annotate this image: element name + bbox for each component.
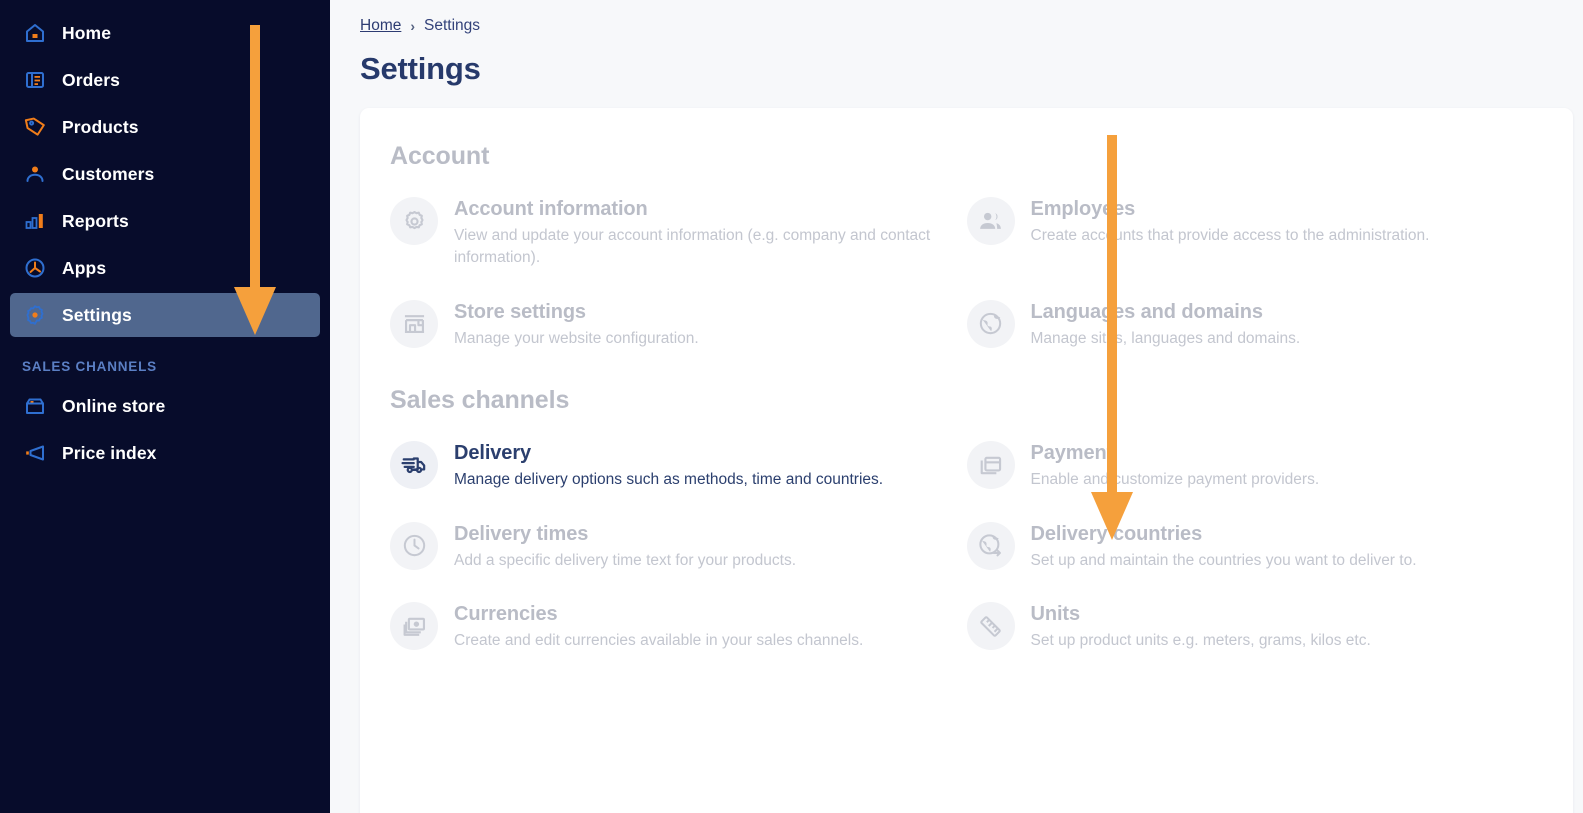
sidebar-item-label: Price index [62,442,157,463]
settings-card: Account Account information View and upd… [360,108,1573,813]
sidebar-item-online-store[interactable]: Online store [10,384,320,428]
settings-item-title: Delivery [454,442,532,465]
settings-grid-account: Account information View and update your… [390,189,1543,372]
breadcrumb-home-link[interactable]: Home [360,17,401,35]
sidebar-item-label: Customers [62,163,155,184]
customers-icon [22,161,48,187]
sidebar-item-label: Reports [62,210,129,231]
chevron-right-icon: › [410,18,416,34]
truck-icon [390,441,438,490]
sidebar-item-price-index[interactable]: Price index [10,431,320,475]
settings-item-account-information[interactable]: Account information View and update your… [390,189,967,292]
clock-icon [390,521,438,570]
sidebar-item-label: Online store [62,395,166,416]
settings-item-description: Add a specific delivery time text for yo… [454,551,797,569]
settings-item-units[interactable]: Units Set up product units e.g. meters, … [966,594,1544,674]
settings-item-description: Enable and customize payment providers. [1030,471,1320,489]
settings-item-description: Manage your website configuration. [454,329,699,347]
settings-item-currencies[interactable]: Currencies Create and edit currencies av… [390,594,967,674]
sidebar-item-customers[interactable]: Customers [10,152,320,196]
settings-item-description: Manage delivery options such as methods,… [454,471,884,489]
page-title: Settings [360,51,481,86]
banknote-icon [390,602,438,651]
orders-icon [22,67,48,93]
settings-item-title: Employees [1030,198,1136,220]
sidebar-item-settings[interactable]: Settings [10,293,320,337]
settings-item-title: Languages and domains [1030,300,1263,323]
home-icon [22,20,48,46]
store-icon [22,393,48,419]
settings-grid-sales-channels: Delivery Manage delivery options such as… [390,433,1543,674]
storefront-icon [390,299,438,348]
settings-item-description: Create and edit currencies available in … [454,632,864,650]
sidebar: Home Orders Products Customers Reports A… [0,0,330,813]
sidebar-section-sales-channels: SALES CHANNELS [22,359,157,374]
sidebar-item-label: Orders [62,69,120,90]
sidebar-item-label: Home [62,22,112,43]
globe-icon [966,299,1015,348]
settings-item-title: Account information [454,198,648,220]
settings-item-payment[interactable]: Payment Enable and customize payment pro… [966,433,1544,513]
settings-item-title: Payment [1030,442,1114,465]
settings-item-employees[interactable]: Employees Create accounts that provide a… [966,189,1544,292]
settings-item-delivery-countries[interactable]: Delivery countries Set up and maintain t… [966,514,1544,594]
sidebar-item-reports[interactable]: Reports [10,199,320,243]
sidebar-item-label: Settings [62,304,132,325]
section-title-account: Account [390,142,490,170]
settings-icon [22,302,48,328]
settings-item-languages-and-domains[interactable]: Languages and domains Manage sites, lang… [966,292,1544,372]
settings-item-description: Set up product units e.g. meters, grams,… [1030,632,1371,650]
settings-item-title: Store settings [454,300,586,323]
settings-item-title: Units [1030,603,1081,626]
settings-item-delivery-times[interactable]: Delivery times Add a specific delivery t… [390,514,967,594]
settings-item-title: Delivery countries [1030,522,1203,545]
settings-item-description: Create accounts that provide access to t… [1030,227,1430,244]
products-icon [22,114,48,140]
settings-item-description: Set up and maintain the countries you wa… [1030,551,1417,569]
reports-icon [22,208,48,234]
sidebar-item-orders[interactable]: Orders [10,58,320,102]
settings-item-description: View and update your account information… [454,227,931,267]
settings-item-delivery[interactable]: Delivery Manage delivery options such as… [390,433,967,513]
megaphone-icon [22,440,48,466]
settings-item-description: Manage sites, languages and domains. [1030,329,1301,347]
breadcrumb-current: Settings [424,17,481,34]
sidebar-item-home[interactable]: Home [10,11,320,55]
ruler-icon [966,602,1015,651]
people-icon [966,197,1015,245]
sidebar-item-apps[interactable]: Apps [10,246,320,290]
sidebar-item-label: Apps [62,257,107,278]
sidebar-item-products[interactable]: Products [10,105,320,149]
gear-icon [390,197,438,245]
globe-arrow-icon [966,521,1015,570]
apps-icon [22,255,48,281]
sidebar-item-label: Products [62,116,139,137]
settings-item-title: Currencies [454,603,558,626]
settings-item-title: Delivery times [454,522,589,545]
settings-item-store-settings[interactable]: Store settings Manage your website confi… [390,292,967,372]
breadcrumb: Home › Settings [360,17,480,35]
card-icon [966,441,1015,490]
main-content: Home › Settings Settings Account Account… [330,0,1583,813]
section-title-sales-channels: Sales channels [390,386,570,415]
